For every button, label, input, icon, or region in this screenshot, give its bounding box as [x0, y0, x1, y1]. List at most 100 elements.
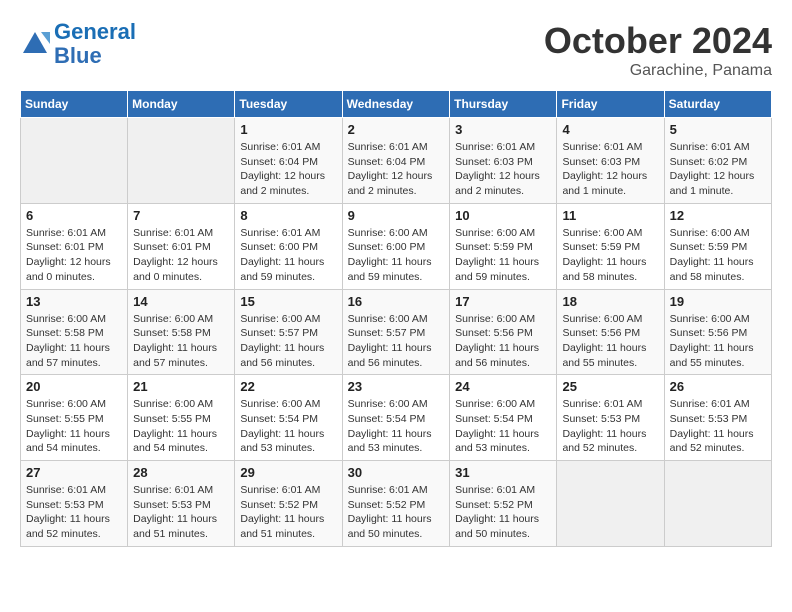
calendar-cell: 29 Sunrise: 6:01 AM Sunset: 5:52 PM Dayli… — [235, 461, 342, 547]
calendar-cell: 15 Sunrise: 6:00 AM Sunset: 5:57 PM Dayli… — [235, 289, 342, 375]
calendar-cell: 18 Sunrise: 6:00 AM Sunset: 5:56 PM Dayli… — [557, 289, 664, 375]
day-header-friday: Friday — [557, 91, 664, 118]
day-info: Sunrise: 6:01 AM Sunset: 6:01 PM Dayligh… — [133, 226, 229, 285]
day-number: 26 — [670, 379, 766, 394]
day-info: Sunrise: 6:00 AM Sunset: 5:59 PM Dayligh… — [670, 226, 766, 285]
day-info: Sunrise: 6:01 AM Sunset: 5:52 PM Dayligh… — [455, 483, 551, 542]
day-info: Sunrise: 6:00 AM Sunset: 5:58 PM Dayligh… — [26, 312, 122, 371]
calendar-cell — [557, 461, 664, 547]
day-number: 12 — [670, 208, 766, 223]
day-number: 17 — [455, 294, 551, 309]
day-info: Sunrise: 6:01 AM Sunset: 6:04 PM Dayligh… — [348, 140, 445, 199]
day-number: 30 — [348, 465, 445, 480]
day-number: 3 — [455, 122, 551, 137]
day-info: Sunrise: 6:01 AM Sunset: 6:03 PM Dayligh… — [455, 140, 551, 199]
day-info: Sunrise: 6:00 AM Sunset: 5:55 PM Dayligh… — [26, 397, 122, 456]
calendar-cell: 25Sunrise: 6:01 AM Sunset: 5:53 PM Dayli… — [557, 375, 664, 461]
calendar-cell: 24 Sunrise: 6:00 AM Sunset: 5:54 PM Dayli… — [450, 375, 557, 461]
calendar-cell: 27 Sunrise: 6:01 AM Sunset: 5:53 PM Dayli… — [21, 461, 128, 547]
day-info: Sunrise: 6:00 AM Sunset: 5:58 PM Dayligh… — [133, 312, 229, 371]
calendar-cell: 23 Sunrise: 6:00 AM Sunset: 5:54 PM Dayli… — [342, 375, 450, 461]
day-header-saturday: Saturday — [664, 91, 771, 118]
calendar-cell: 21 Sunrise: 6:00 AM Sunset: 5:55 PM Dayli… — [128, 375, 235, 461]
day-number: 10 — [455, 208, 551, 223]
day-number: 4 — [562, 122, 658, 137]
calendar-cell: 9 Sunrise: 6:00 AM Sunset: 6:00 PM Daylig… — [342, 203, 450, 289]
calendar-cell: 2 Sunrise: 6:01 AM Sunset: 6:04 PM Daylig… — [342, 118, 450, 204]
day-header-monday: Monday — [128, 91, 235, 118]
calendar-cell: 22 Sunrise: 6:00 AM Sunset: 5:54 PM Dayli… — [235, 375, 342, 461]
day-number: 7 — [133, 208, 229, 223]
day-info: Sunrise: 6:00 AM Sunset: 5:57 PM Dayligh… — [240, 312, 336, 371]
logo-icon — [20, 29, 50, 59]
day-number: 9 — [348, 208, 445, 223]
day-info: Sunrise: 6:01 AM Sunset: 5:52 PM Dayligh… — [348, 483, 445, 542]
calendar-cell: 5Sunrise: 6:01 AM Sunset: 6:02 PM Daylig… — [664, 118, 771, 204]
day-number: 24 — [455, 379, 551, 394]
day-number: 21 — [133, 379, 229, 394]
day-number: 27 — [26, 465, 122, 480]
day-info: Sunrise: 6:01 AM Sunset: 5:52 PM Dayligh… — [240, 483, 336, 542]
logo-text: General Blue — [54, 20, 136, 68]
day-number: 15 — [240, 294, 336, 309]
day-info: Sunrise: 6:01 AM Sunset: 6:00 PM Dayligh… — [240, 226, 336, 285]
calendar-cell: 1 Sunrise: 6:01 AM Sunset: 6:04 PM Daylig… — [235, 118, 342, 204]
day-info: Sunrise: 6:01 AM Sunset: 6:01 PM Dayligh… — [26, 226, 122, 285]
day-info: Sunrise: 6:00 AM Sunset: 5:54 PM Dayligh… — [455, 397, 551, 456]
day-header-sunday: Sunday — [21, 91, 128, 118]
day-info: Sunrise: 6:01 AM Sunset: 5:53 PM Dayligh… — [670, 397, 766, 456]
calendar-table: SundayMondayTuesdayWednesdayThursdayFrid… — [20, 90, 772, 547]
day-info: Sunrise: 6:01 AM Sunset: 6:03 PM Dayligh… — [562, 140, 658, 199]
day-number: 31 — [455, 465, 551, 480]
day-info: Sunrise: 6:00 AM Sunset: 5:54 PM Dayligh… — [348, 397, 445, 456]
day-number: 2 — [348, 122, 445, 137]
day-number: 6 — [26, 208, 122, 223]
calendar-cell: 17Sunrise: 6:00 AM Sunset: 5:56 PM Dayli… — [450, 289, 557, 375]
calendar-cell: 13 Sunrise: 6:00 AM Sunset: 5:58 PM Dayli… — [21, 289, 128, 375]
day-number: 13 — [26, 294, 122, 309]
week-row-1: 1 Sunrise: 6:01 AM Sunset: 6:04 PM Daylig… — [21, 118, 772, 204]
day-number: 29 — [240, 465, 336, 480]
calendar-cell: 16 Sunrise: 6:00 AM Sunset: 5:57 PM Dayli… — [342, 289, 450, 375]
day-info: Sunrise: 6:00 AM Sunset: 5:57 PM Dayligh… — [348, 312, 445, 371]
day-number: 14 — [133, 294, 229, 309]
day-number: 20 — [26, 379, 122, 394]
day-header-thursday: Thursday — [450, 91, 557, 118]
calendar-cell: 14 Sunrise: 6:00 AM Sunset: 5:58 PM Dayli… — [128, 289, 235, 375]
calendar-cell: 8Sunrise: 6:01 AM Sunset: 6:00 PM Daylig… — [235, 203, 342, 289]
day-number: 1 — [240, 122, 336, 137]
day-info: Sunrise: 6:01 AM Sunset: 6:04 PM Dayligh… — [240, 140, 336, 199]
day-number: 23 — [348, 379, 445, 394]
header-row: SundayMondayTuesdayWednesdayThursdayFrid… — [21, 91, 772, 118]
calendar-cell — [128, 118, 235, 204]
day-info: Sunrise: 6:00 AM Sunset: 5:56 PM Dayligh… — [562, 312, 658, 371]
day-number: 16 — [348, 294, 445, 309]
day-info: Sunrise: 6:00 AM Sunset: 6:00 PM Dayligh… — [348, 226, 445, 285]
week-row-4: 20 Sunrise: 6:00 AM Sunset: 5:55 PM Dayli… — [21, 375, 772, 461]
day-number: 28 — [133, 465, 229, 480]
week-row-5: 27 Sunrise: 6:01 AM Sunset: 5:53 PM Dayli… — [21, 461, 772, 547]
day-info: Sunrise: 6:00 AM Sunset: 5:55 PM Dayligh… — [133, 397, 229, 456]
calendar-cell: 10Sunrise: 6:00 AM Sunset: 5:59 PM Dayli… — [450, 203, 557, 289]
title-block: October 2024 Garachine, Panama — [544, 20, 772, 80]
calendar-cell: 7 Sunrise: 6:01 AM Sunset: 6:01 PM Daylig… — [128, 203, 235, 289]
calendar-cell: 12 Sunrise: 6:00 AM Sunset: 5:59 PM Dayli… — [664, 203, 771, 289]
calendar-cell — [664, 461, 771, 547]
day-number: 22 — [240, 379, 336, 394]
calendar-cell: 19Sunrise: 6:00 AM Sunset: 5:56 PM Dayli… — [664, 289, 771, 375]
day-number: 18 — [562, 294, 658, 309]
day-info: Sunrise: 6:00 AM Sunset: 5:56 PM Dayligh… — [670, 312, 766, 371]
day-info: Sunrise: 6:00 AM Sunset: 5:59 PM Dayligh… — [562, 226, 658, 285]
calendar-cell: 26 Sunrise: 6:01 AM Sunset: 5:53 PM Dayli… — [664, 375, 771, 461]
month-title: October 2024 — [544, 20, 772, 62]
day-info: Sunrise: 6:01 AM Sunset: 5:53 PM Dayligh… — [26, 483, 122, 542]
calendar-cell: 6 Sunrise: 6:01 AM Sunset: 6:01 PM Daylig… — [21, 203, 128, 289]
day-header-wednesday: Wednesday — [342, 91, 450, 118]
calendar-cell: 30 Sunrise: 6:01 AM Sunset: 5:52 PM Dayli… — [342, 461, 450, 547]
calendar-cell: 4 Sunrise: 6:01 AM Sunset: 6:03 PM Daylig… — [557, 118, 664, 204]
day-info: Sunrise: 6:00 AM Sunset: 5:54 PM Dayligh… — [240, 397, 336, 456]
calendar-cell: 3 Sunrise: 6:01 AM Sunset: 6:03 PM Daylig… — [450, 118, 557, 204]
calendar-cell: 11Sunrise: 6:00 AM Sunset: 5:59 PM Dayli… — [557, 203, 664, 289]
day-header-tuesday: Tuesday — [235, 91, 342, 118]
calendar-cell — [21, 118, 128, 204]
